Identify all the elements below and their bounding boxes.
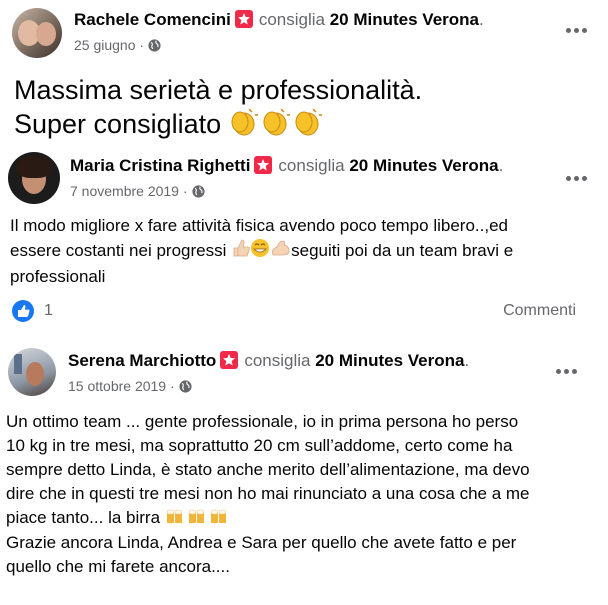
recommend-verb: consiglia	[244, 351, 311, 370]
review-card: Serena Marchiotto consiglia 20 Minutes Ve…	[0, 0, 608, 605]
review-meta: 15 ottobre 2019 ·	[68, 378, 192, 396]
beer-mugs-emoji-icon	[165, 507, 231, 531]
globe-icon	[179, 380, 192, 396]
review-text-line: dire che in questi tre mesi non ho mai r…	[6, 484, 530, 503]
review-date[interactable]: 15 ottobre 2019	[68, 378, 166, 394]
review-text-line: Grazie ancora Linda, Andrea e Sara per q…	[6, 532, 517, 552]
more-options-icon[interactable]	[556, 369, 577, 374]
recommend-icon	[220, 351, 239, 369]
meta-separator: ·	[169, 378, 175, 394]
review-text-line: 10 kg in tre mesi, ma soprattutto 20 cm …	[6, 436, 513, 455]
review-text-line: piace tanto... la birra	[6, 506, 530, 531]
page-name-link[interactable]: 20 Minutes Verona	[315, 351, 464, 370]
avatar[interactable]	[8, 348, 56, 396]
review-text-line: Un ottimo team ... gente professionale, …	[6, 412, 519, 431]
punctuation: .	[464, 351, 470, 370]
reviewer-name[interactable]: Serena Marchiotto	[68, 351, 216, 370]
review-text-line: sempre detto Linda, è stato anche merito…	[6, 460, 530, 479]
review-text-line: piace tanto... la birra	[6, 508, 161, 527]
review-header: Serena Marchiotto consiglia 20 Minutes Ve…	[68, 351, 469, 371]
review-text-line: quello che mi farete ancora....	[6, 556, 230, 576]
review-text: Un ottimo team ... gente professionale, …	[6, 410, 530, 579]
